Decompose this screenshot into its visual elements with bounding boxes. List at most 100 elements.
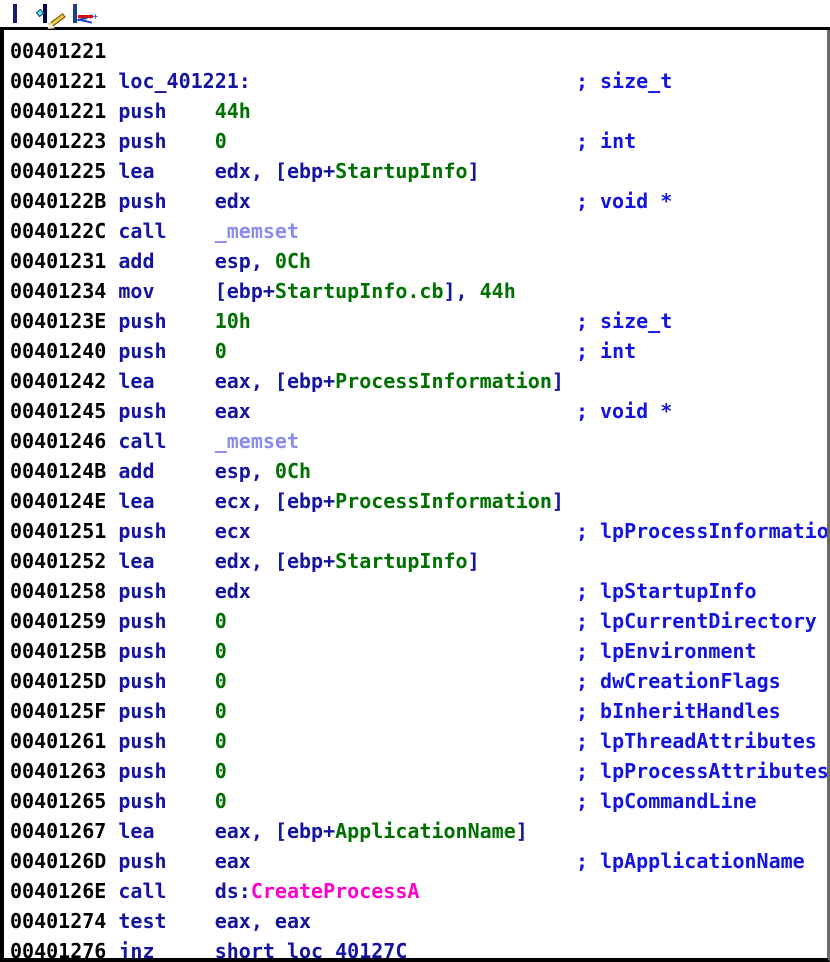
line-address: 0040125D (10, 669, 119, 693)
disassembly-line[interactable]: 00401267 lea eax, [ebp+ApplicationName] (10, 816, 827, 846)
line-operand[interactable]: short loc_40127C (215, 939, 408, 958)
disassembly-line[interactable]: 0040125B push 0 ; lpEnvironment (10, 636, 827, 666)
line-comment: ; lpCurrentDirectory (575, 609, 817, 633)
disassembly-line[interactable]: 00401242 lea eax, [ebp+ProcessInformatio… (10, 366, 827, 396)
disassembly-line[interactable]: 00401221 (10, 36, 827, 66)
line-operand: 0 (214, 699, 227, 723)
disassembly-line[interactable]: 00401246 call _memset (10, 426, 827, 456)
disassembly-pane[interactable]: 00401221 00401221 loc_401221: ; size_t 00… (0, 30, 830, 962)
line-address: 00401221 (10, 99, 119, 123)
disassembly-line[interactable]: 00401223 push 0 ; int (10, 126, 827, 156)
line-operand: ecx, [ebp+ (214, 489, 336, 513)
disassembly-line[interactable]: 00401251 push ecx ; lpProcessInformation (10, 516, 827, 546)
disassembly-line[interactable]: 0040124B add esp, 0Ch (10, 456, 827, 486)
line-operand: ecx (214, 519, 251, 543)
disassembly-line[interactable]: 00401221 push 44h (10, 96, 827, 126)
disassembly-line[interactable]: 00401231 add esp, 0Ch (10, 246, 827, 276)
line-comment: ; lpCommandLine (575, 789, 757, 813)
line-mnemonic: push (118, 669, 215, 693)
line-address: 0040126D (10, 849, 119, 873)
line-mnemonic: add (118, 249, 215, 273)
line-operand: esp, (214, 249, 275, 273)
line-comment: ; int (575, 129, 637, 153)
line-mnemonic: test (118, 909, 215, 933)
line-address: 00401252 (10, 549, 119, 573)
line-address: 00401234 (10, 279, 119, 303)
line-address: 00401263 (10, 759, 119, 783)
disassembly-line[interactable]: 00401258 push edx ; lpStartupInfo (10, 576, 827, 606)
line-address: 00401221 (10, 39, 119, 63)
line-comment: ; void * (575, 189, 673, 213)
line-address: 00401225 (10, 159, 119, 183)
toolbar: +++ (0, 0, 830, 32)
line-operand: 0 (214, 759, 227, 783)
line-operand: 44h (214, 99, 251, 123)
line-operand[interactable]: loc_401221: (118, 69, 250, 93)
disassembly-line[interactable]: 0040123E push 10h ; size_t (10, 306, 827, 336)
line-operand: edx, [ebp+ (214, 159, 336, 183)
line-address: 0040124B (10, 459, 119, 483)
disassembly-line[interactable]: 00401274 test eax, eax (10, 906, 827, 936)
disassembly-line[interactable]: 0040125F push 0 ; bInheritHandles (10, 696, 827, 726)
disassembly-line[interactable]: 00401252 lea edx, [ebp+StartupInfo] (10, 546, 827, 576)
line-operand[interactable]: CreateProcessA (251, 879, 420, 903)
line-operand: ds: (214, 879, 251, 903)
disassembly-line[interactable]: 0040125D push 0 ; dwCreationFlags (10, 666, 827, 696)
line-address: 00401274 (10, 909, 119, 933)
line-operand: ] (551, 369, 564, 393)
line-address: 00401251 (10, 519, 119, 543)
line-operand: StartupInfo (335, 549, 468, 573)
line-comment: ; lpStartupInfo (575, 579, 757, 603)
line-operand: 10h (214, 309, 251, 333)
line-operand: ProcessInformation (335, 369, 552, 393)
disassembly-line[interactable]: 00401263 push 0 ; lpProcessAttributes (10, 756, 827, 786)
line-address: 0040123E (10, 309, 119, 333)
disassembly-listing: 00401221 00401221 loc_401221: ; size_t 00… (4, 30, 827, 958)
line-address: 00401259 (10, 609, 119, 633)
disassembly-line[interactable]: 00401276 jnz short loc_40127C (10, 936, 827, 958)
pencil-edit-icon[interactable] (32, 1, 66, 32)
color-palette-glyph (13, 4, 17, 23)
disassembly-line[interactable]: 00401259 push 0 ; lpCurrentDirectory (10, 606, 827, 636)
line-operand: ], (443, 279, 480, 303)
line-operand[interactable]: _memset (215, 219, 299, 243)
disassembly-line[interactable]: 0040126E call ds:CreateProcessA (10, 876, 827, 906)
line-mnemonic: call (118, 429, 215, 453)
disassembly-line[interactable]: 00401234 mov [ebp+StartupInfo.cb], 44h (10, 276, 827, 306)
disassembly-line[interactable]: 00401245 push eax ; void * (10, 396, 827, 426)
disassembly-line[interactable]: 00401261 push 0 ; lpThreadAttributes (10, 726, 827, 756)
color-palette-icon[interactable] (2, 1, 28, 27)
line-comment: ; lpThreadAttributes (575, 729, 817, 753)
disassembly-line[interactable]: 0040124E lea ecx, [ebp+ProcessInformatio… (10, 486, 827, 516)
disassembly-line[interactable]: 00401240 push 0 ; int (10, 336, 827, 366)
line-mnemonic: push (118, 579, 215, 603)
line-comment: ; bInheritHandles (575, 699, 781, 723)
line-operand: StartupInfo (335, 159, 468, 183)
disassembly-line[interactable]: 00401265 push 0 ; lpCommandLine (10, 786, 827, 816)
line-mnemonic: push (118, 339, 215, 363)
line-mnemonic: push (118, 519, 215, 543)
disassembly-line[interactable]: 0040122B push edx ; void * (10, 186, 827, 216)
disassembly-window: +++ 00401221 00401221 loc_401221: ; size… (0, 0, 830, 962)
line-operand: eax (214, 849, 251, 873)
line-mnemonic: lea (118, 369, 215, 393)
disassembly-line[interactable]: 0040126D push eax ; lpApplicationName (10, 846, 827, 876)
line-address: 00401261 (10, 729, 119, 753)
line-address: 00401258 (10, 579, 119, 603)
line-address: 0040125B (10, 639, 119, 663)
line-mnemonic: push (118, 99, 215, 123)
disassembly-line[interactable]: 00401225 lea edx, [ebp+StartupInfo] (10, 156, 827, 186)
line-operand[interactable]: _memset (215, 429, 299, 453)
disassembly-line[interactable]: 0040122C call _memset (10, 216, 827, 246)
graph-view-icon[interactable]: +++ (62, 1, 99, 27)
disassembly-line[interactable]: 00401221 loc_401221: ; size_t (10, 66, 827, 96)
line-operand: [ebp+ (214, 279, 275, 303)
line-operand: 0 (214, 729, 227, 753)
line-mnemonic: lea (118, 159, 215, 183)
